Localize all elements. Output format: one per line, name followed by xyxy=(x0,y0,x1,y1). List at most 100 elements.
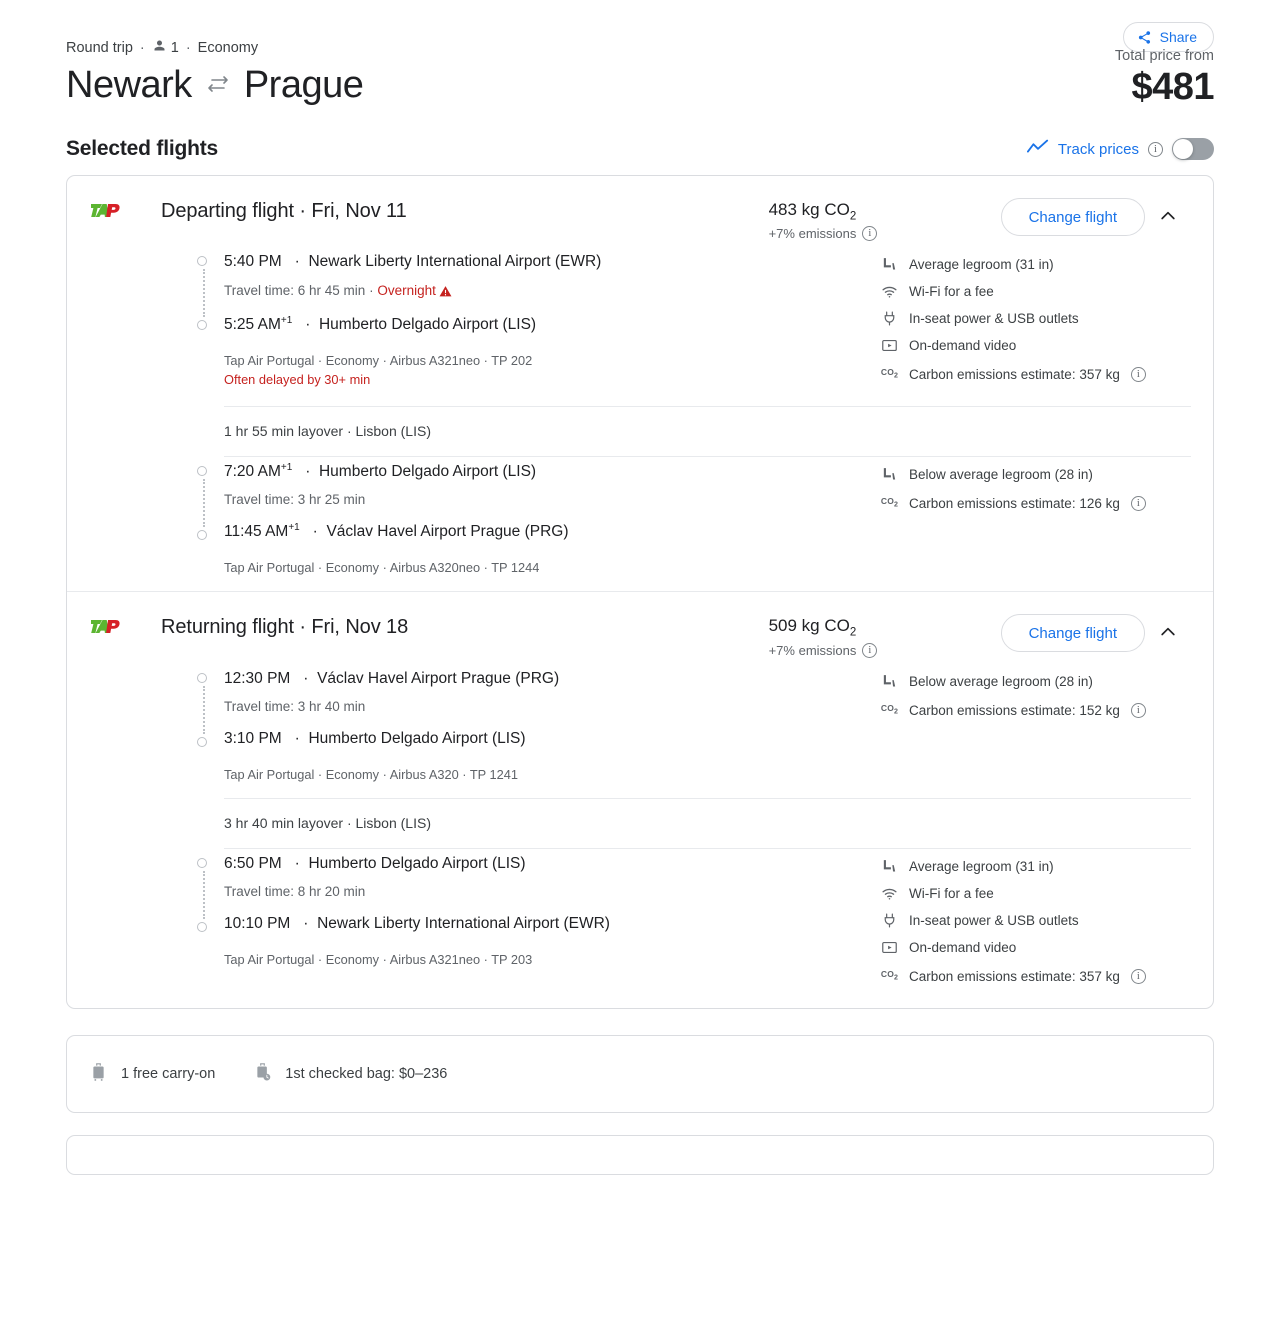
baggage-item: 1 free carry-on xyxy=(89,1061,215,1087)
segment-meta: Tap Air Portugal · Economy · Airbus A320… xyxy=(224,560,881,575)
power-plug-icon xyxy=(881,912,898,929)
amenity-label: Average legroom (31 in) xyxy=(909,853,1054,880)
carry-on-bag-icon xyxy=(89,1061,108,1087)
flight-segment: 6:50 PM · Humberto Delgado Airport (LIS)… xyxy=(67,849,1213,1008)
next-section-card xyxy=(66,1135,1214,1175)
toggle-knob xyxy=(1173,139,1193,159)
arrival-row: 11:45 AM+1 · Václav Havel Airport Prague… xyxy=(224,518,881,542)
segment-itinerary: 12:30 PM · Václav Havel Airport Prague (… xyxy=(89,664,881,782)
travel-time-row: Travel time: 3 hr 25 min · xyxy=(224,492,881,507)
leg-co2-value: 509 kg CO2 xyxy=(769,616,1001,638)
origin-city: Newark xyxy=(66,64,192,107)
timeline-connector xyxy=(203,479,205,527)
amenity-row: In-seat power & USB outlets xyxy=(881,305,1191,332)
amenity-label: Wi-Fi for a fee xyxy=(909,278,994,305)
emissions-info-icon[interactable]: i xyxy=(862,226,877,241)
segment-itinerary: 7:20 AM+1 · Humberto Delgado Airport (LI… xyxy=(89,457,881,575)
segment-amenities: Below average legroom (28 in)CO2Carbon e… xyxy=(881,457,1191,575)
amenity-info-icon[interactable]: i xyxy=(1131,703,1146,718)
seat-legroom-icon xyxy=(881,858,898,875)
departure-row: 12:30 PM · Václav Havel Airport Prague (… xyxy=(224,665,881,689)
segment-meta: Tap Air Portugal · Economy · Airbus A321… xyxy=(224,952,881,967)
arrival-dot xyxy=(197,737,207,747)
checked-bag-icon xyxy=(253,1061,272,1087)
passenger-count: 1 xyxy=(152,38,179,57)
selected-flights-title: Selected flights xyxy=(66,137,218,161)
track-prices-info-icon[interactable]: i xyxy=(1148,142,1163,157)
amenity-label: In-seat power & USB outlets xyxy=(909,907,1079,934)
leg-title: Returning flight · Fri, Nov 18 xyxy=(161,614,769,639)
track-prices-label: Track prices xyxy=(1058,141,1139,158)
layover-row: 1 hr 55 min layover · Lisbon (LIS) xyxy=(67,406,1213,457)
departure-dot xyxy=(197,466,207,476)
amenity-row: Average legroom (31 in) xyxy=(881,853,1191,880)
arrival-row: 10:10 PM · Newark Liberty International … xyxy=(224,910,881,934)
leg-emissions: 483 kg CO2 +7% emissions i xyxy=(769,198,1001,241)
trip-type: Round trip xyxy=(66,40,133,56)
track-prices-toggle[interactable] xyxy=(1172,138,1214,160)
flight-segment: 7:20 AM+1 · Humberto Delgado Airport (LI… xyxy=(67,457,1213,591)
route-block: Round trip · 1 · Economy Newark xyxy=(66,38,363,107)
flight-details-page: Share Round trip · 1 · Economy Newark xyxy=(0,0,1280,1317)
overnight-warning-icon xyxy=(439,285,452,300)
arrival-dot xyxy=(197,530,207,540)
segment-itinerary: 6:50 PM · Humberto Delgado Airport (LIS)… xyxy=(89,849,881,992)
amenity-info-icon[interactable]: i xyxy=(1131,496,1146,511)
change-flight-button[interactable]: Change flight xyxy=(1001,614,1145,652)
swap-arrows-icon xyxy=(206,75,230,97)
arrival-dot xyxy=(197,922,207,932)
track-prices-control[interactable]: Track prices i xyxy=(1027,138,1214,160)
segment-timeline xyxy=(197,673,211,747)
meta-separator-1: · xyxy=(140,40,145,56)
leg-body: 12:30 PM · Václav Havel Airport Prague (… xyxy=(67,664,1213,1008)
cabin-class: Economy xyxy=(198,40,258,56)
flight-segment: 12:30 PM · Václav Havel Airport Prague (… xyxy=(67,664,1213,798)
flight-leg-returning: Returning flight · Fri, Nov 18 509 kg CO… xyxy=(67,591,1213,1007)
segment-timeline xyxy=(197,858,211,932)
price-label: Total price from xyxy=(1115,48,1214,64)
amenity-label: Carbon emissions estimate: 357 kg xyxy=(909,963,1120,990)
baggage-label: 1st checked bag: $0–236 xyxy=(285,1066,447,1082)
leg-header: Departing flight · Fri, Nov 11 483 kg CO… xyxy=(67,176,1213,247)
power-plug-icon xyxy=(881,310,898,327)
co2-icon: CO2 xyxy=(881,695,898,726)
amenity-info-icon[interactable]: i xyxy=(1131,969,1146,984)
header-line: Round trip · 1 · Economy Newark xyxy=(66,38,1214,109)
layover-text: 1 hr 55 min layover · Lisbon (LIS) xyxy=(224,407,1191,456)
emissions-info-icon[interactable]: i xyxy=(862,643,877,658)
amenity-label: On-demand video xyxy=(909,332,1016,359)
amenity-row: On-demand video xyxy=(881,934,1191,961)
amenity-row: CO2Carbon emissions estimate: 357 kgi xyxy=(881,359,1191,390)
amenity-info-icon[interactable]: i xyxy=(1131,367,1146,382)
seat-legroom-icon xyxy=(881,256,898,273)
layover-text: 3 hr 40 min layover · Lisbon (LIS) xyxy=(224,799,1191,848)
total-price: $481 xyxy=(1115,66,1214,109)
segment-itinerary: 5:40 PM · Newark Liberty International A… xyxy=(89,247,881,390)
collapse-leg-button[interactable] xyxy=(1145,614,1191,642)
segment-meta: Tap Air Portugal · Economy · Airbus A321… xyxy=(224,353,881,368)
baggage-item: 1st checked bag: $0–236 xyxy=(253,1061,447,1087)
timeline-connector xyxy=(203,686,205,734)
video-icon xyxy=(881,939,898,956)
amenity-label: Carbon emissions estimate: 126 kg xyxy=(909,490,1120,517)
segment-timeline xyxy=(197,256,211,330)
leg-emissions: 509 kg CO2 +7% emissions i xyxy=(769,614,1001,657)
destination-city: Prague xyxy=(244,64,364,107)
amenity-row: CO2Carbon emissions estimate: 152 kgi xyxy=(881,695,1191,726)
segment-timeline xyxy=(197,466,211,540)
amenity-label: Average legroom (31 in) xyxy=(909,251,1054,278)
wifi-icon xyxy=(881,885,898,902)
leg-emissions-delta: +7% emissions i xyxy=(769,226,1001,241)
leg-co2-value: 483 kg CO2 xyxy=(769,200,1001,222)
collapse-leg-button[interactable] xyxy=(1145,198,1191,226)
leg-emissions-delta: +7% emissions i xyxy=(769,643,1001,658)
price-block: Total price from $481 xyxy=(1115,38,1214,109)
tap-air-portugal-logo xyxy=(89,614,123,646)
segment-meta: Tap Air Portugal · Economy · Airbus A320… xyxy=(224,767,881,782)
amenity-row: CO2Carbon emissions estimate: 357 kgi xyxy=(881,961,1191,992)
segment-text: 12:30 PM · Václav Havel Airport Prague (… xyxy=(197,664,881,782)
layover-row: 3 hr 40 min layover · Lisbon (LIS) xyxy=(67,798,1213,849)
leg-header: Returning flight · Fri, Nov 18 509 kg CO… xyxy=(67,592,1213,663)
segment-text: 5:40 PM · Newark Liberty International A… xyxy=(197,247,881,390)
change-flight-button[interactable]: Change flight xyxy=(1001,198,1145,236)
